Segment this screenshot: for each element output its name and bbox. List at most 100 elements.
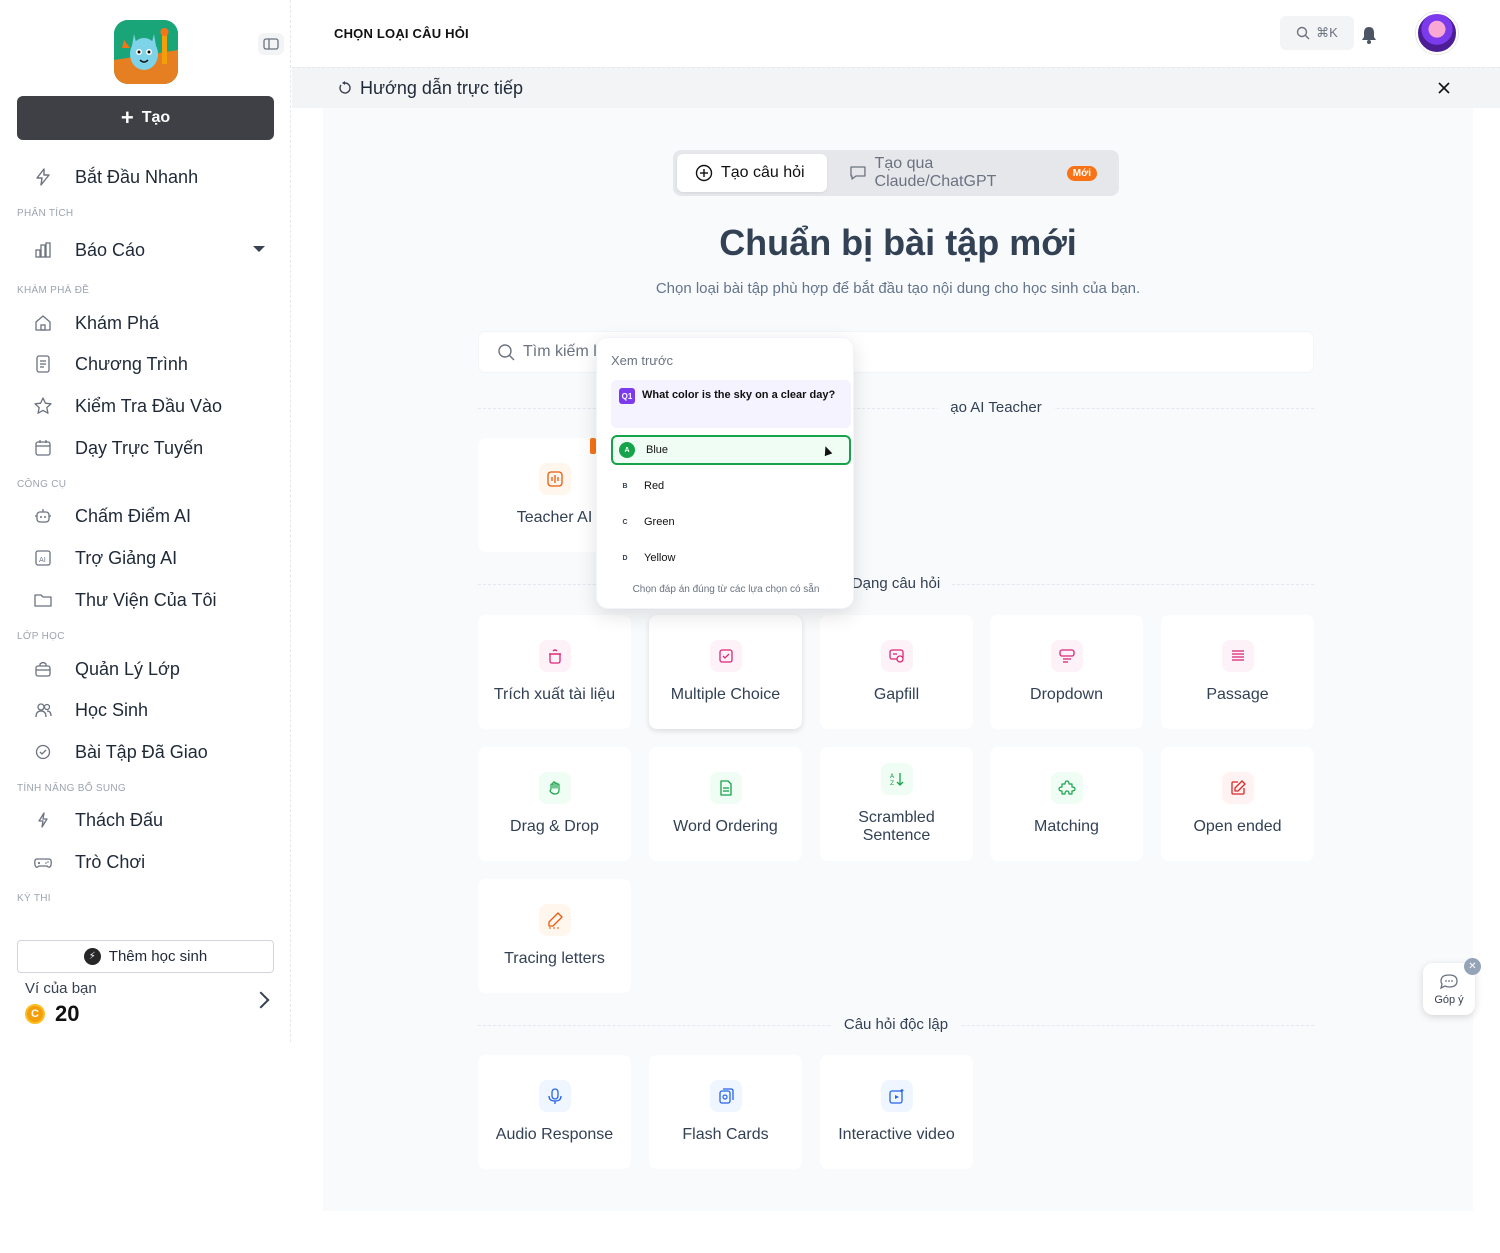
search-icon — [1296, 26, 1310, 40]
sidebar-item-challenge[interactable]: Thách Đấu — [33, 803, 273, 837]
bolt-icon: ⚡ — [83, 948, 101, 965]
wallet-amount: 20 — [55, 1001, 80, 1026]
option-text: Yellow — [644, 552, 676, 564]
card-label: Teacher AI — [516, 509, 593, 526]
badge-icon — [33, 742, 53, 762]
preview-option-d[interactable]: D Yellow — [611, 543, 851, 573]
card-interactive-video[interactable]: Interactive video — [820, 1055, 973, 1169]
preview-option-c[interactable]: C Green — [611, 507, 851, 537]
sidebar-item-placement[interactable]: Kiểm Tra Đầu Vào — [33, 389, 273, 423]
pot-icon — [538, 640, 571, 672]
preview-option-b[interactable]: B Red — [611, 471, 851, 501]
question-number-badge: Q1 — [619, 388, 635, 404]
card-audio-response[interactable]: Audio Response — [478, 1055, 631, 1169]
new-badge: Mới — [1066, 165, 1097, 181]
section-title-standalone: Câu hỏi độc lập — [831, 1016, 961, 1033]
add-student-label: Thêm học sinh — [108, 948, 208, 965]
sidebar-item-label: Chương Trình — [75, 353, 188, 374]
sidebar-item-reports[interactable]: Báo Cáo — [33, 233, 273, 267]
section-title-types: Dạng câu hỏi — [839, 575, 953, 592]
create-button[interactable]: + Tạo — [17, 96, 274, 140]
caret-down-icon[interactable] — [253, 246, 265, 252]
preview-popover: Xem trước Q1 What color is the sky on a … — [596, 337, 854, 609]
card-passage[interactable]: Passage — [1161, 615, 1314, 729]
sidebar-item-games[interactable]: Trò Chơi — [33, 845, 273, 879]
tab-create-via-ai[interactable]: Tạo qua Claude/ChatGPT Mới — [831, 154, 1115, 192]
sidebar-item-class-mgmt[interactable]: Quản Lý Lớp — [33, 652, 273, 686]
section-label-analysis: PHÂN TÍCH — [17, 208, 74, 219]
sidebar-item-students[interactable]: Học Sinh — [33, 693, 273, 727]
card-label: Trích xuất tài liệu — [493, 686, 616, 703]
section-title-ai: ạo AI Teacher — [938, 399, 1054, 416]
avatar[interactable] — [1416, 12, 1458, 54]
preview-hint: Chọn đáp án đúng từ các lựa chọn có sẵn — [632, 584, 820, 595]
close-icon[interactable] — [1436, 80, 1452, 96]
option-letter: C — [622, 518, 628, 526]
card-drag-drop[interactable]: Drag & Drop — [478, 747, 631, 861]
sidebar-item-label: Trò Chơi — [75, 851, 146, 872]
card-open-ended[interactable]: Open ended — [1161, 747, 1314, 861]
option-text: Blue — [646, 444, 669, 456]
dropdown-icon — [1050, 640, 1083, 672]
sidebar-item-curriculum[interactable]: Chương Trình — [33, 347, 273, 381]
refresh-icon — [339, 81, 351, 94]
card-label: Matching — [1034, 818, 1099, 835]
card-dropdown[interactable]: Dropdown — [990, 615, 1143, 729]
edit-icon — [1221, 772, 1254, 804]
card-matching[interactable]: Matching — [990, 747, 1143, 861]
briefcase-icon — [33, 659, 53, 679]
sidebar-item-ai-assistant[interactable]: AI Trợ Giảng AI — [33, 541, 273, 575]
lightning-icon — [33, 167, 53, 187]
option-letter: A — [619, 442, 635, 458]
tab-label: Tạo câu hỏi — [721, 164, 805, 181]
feedback-label: Góp ý — [1434, 993, 1464, 1006]
tab-create-question[interactable]: Tạo câu hỏi — [677, 154, 827, 192]
tab-label: Tạo qua Claude/ChatGPT — [874, 155, 997, 190]
sidebar-item-online[interactable]: Dạy Trực Tuyến — [33, 431, 273, 465]
sidebar-item-label: Báo Cáo — [75, 239, 146, 260]
svg-text:A: A — [890, 773, 895, 780]
sidebar: + Tạo Bắt Đầu Nhanh PHÂN TÍCH Báo Cáo KH… — [0, 0, 291, 1042]
card-label: Gapfill — [873, 686, 920, 703]
puzzle-icon — [1050, 772, 1083, 804]
bar-chart-icon — [33, 240, 53, 260]
users-icon — [33, 700, 53, 720]
sidebar-item-ai-grading[interactable]: Chấm Điểm AI — [33, 499, 273, 533]
add-student-button[interactable]: ⚡ Thêm học sinh — [17, 940, 274, 973]
sidebar-item-explore[interactable]: Khám Phá — [33, 306, 273, 340]
card-tracing-letters[interactable]: Tracing letters — [478, 879, 631, 993]
card-label: Flash Cards — [682, 1126, 769, 1143]
card-flash-cards[interactable]: Flash Cards — [649, 1055, 802, 1169]
file-text-icon — [709, 772, 742, 804]
card-multiple-choice[interactable]: Multiple Choice — [649, 615, 802, 729]
top-bar: CHỌN LOẠI CÂU HỎI ⌘K — [292, 0, 1500, 66]
card-gapfill[interactable]: Gapfill — [820, 615, 973, 729]
sidebar-item-label: Thư Viện Của Tôi — [75, 589, 217, 610]
app-logo[interactable] — [114, 20, 178, 84]
wallet[interactable]: Ví của bạn C 20 — [25, 980, 275, 1030]
sidebar-item-label: Học Sinh — [75, 699, 149, 720]
wallet-label: Ví của bạn — [25, 980, 97, 997]
preview-option-a[interactable]: A Blue — [611, 435, 851, 465]
bell-icon[interactable] — [1360, 25, 1378, 45]
create-button-label: Tạo — [141, 109, 171, 126]
card-label: Multiple Choice — [670, 686, 781, 703]
card-extract-document[interactable]: Trích xuất tài liệu — [478, 615, 631, 729]
sidebar-toggle-icon[interactable] — [258, 33, 284, 55]
video-icon — [880, 1080, 913, 1112]
subheadline: Chọn loại bài tập phù hợp để bắt đầu tạo… — [655, 280, 1141, 297]
card-label: Passage — [1206, 686, 1269, 703]
home-icon — [33, 313, 53, 333]
card-word-ordering[interactable]: Word Ordering — [649, 747, 802, 861]
global-search-button[interactable]: ⌘K — [1280, 16, 1354, 50]
sidebar-item-label: Bắt Đầu Nhanh — [75, 166, 199, 187]
sidebar-item-assigned[interactable]: Bài Tập Đã Giao — [33, 735, 273, 769]
cards-icon — [709, 1080, 742, 1112]
sidebar-item-library[interactable]: Thư Viện Của Tôi — [33, 583, 273, 617]
folder-icon — [33, 590, 53, 610]
card-scrambled-sentence[interactable]: AZ Scrambled Sentence — [820, 747, 973, 861]
close-icon[interactable]: ✕ — [1464, 958, 1481, 975]
guide-text[interactable]: Hướng dẫn trực tiếp — [360, 78, 523, 99]
sidebar-item-quick-start[interactable]: Bắt Đầu Nhanh — [33, 160, 273, 194]
gapfill-icon — [880, 640, 913, 672]
